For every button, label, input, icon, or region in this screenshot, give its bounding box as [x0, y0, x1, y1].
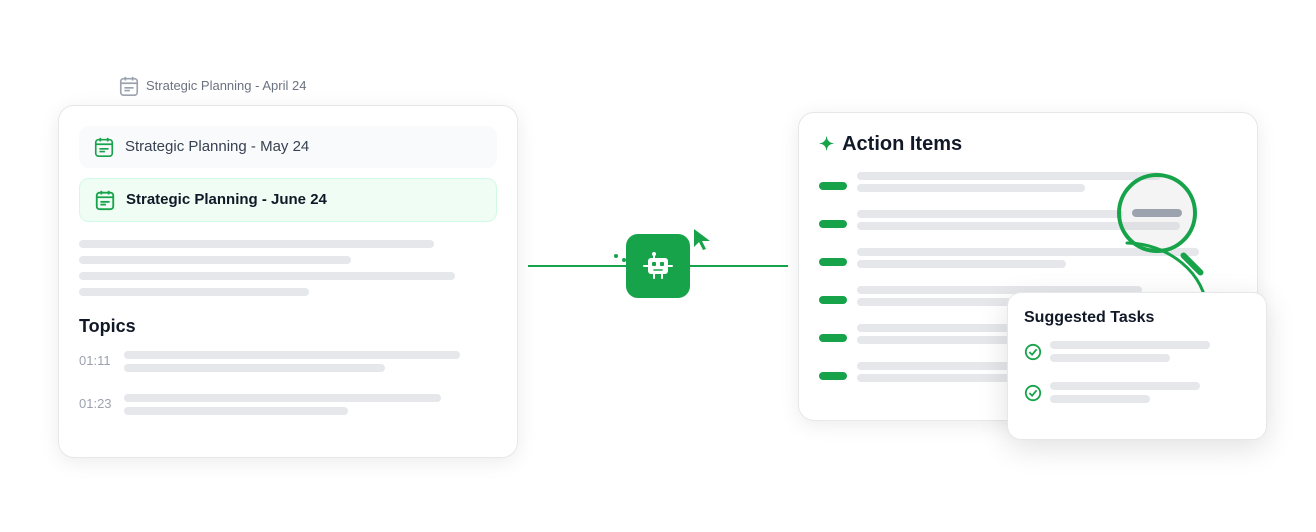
suggested-tasks-title: Suggested Tasks — [1024, 309, 1250, 327]
suggested-tasks-popup: Suggested Tasks — [1007, 292, 1267, 440]
suggested-lines-1 — [1050, 341, 1210, 370]
action-items-title: ✦ Action Items — [819, 133, 1237, 156]
ph-line-3 — [79, 272, 455, 280]
cursor-indicator — [690, 225, 718, 258]
right-section: ✦ Action Items — [798, 112, 1258, 421]
topics-title: Topics — [79, 316, 497, 337]
topic-row-2: 01:23 — [79, 394, 497, 423]
suggested-row-1 — [1024, 341, 1250, 370]
cursor-svg — [690, 225, 718, 253]
topic-row-1: 01:11 — [79, 351, 497, 380]
al2-l1 — [857, 210, 1123, 218]
green-bar-2 — [819, 220, 847, 228]
ghost-label-text: Strategic Planning - April 24 — [146, 78, 306, 93]
topic2-time: 01:23 — [79, 394, 114, 411]
connector-section — [558, 234, 758, 298]
al3-l2 — [857, 260, 1066, 268]
ph-line-2 — [79, 256, 351, 264]
al1-l1 — [857, 172, 1161, 180]
green-bar-4 — [819, 296, 847, 304]
t1-line2 — [124, 364, 385, 372]
ghost-meeting-label: Strategic Planning - April 24 — [118, 75, 518, 97]
al1-l2 — [857, 184, 1085, 192]
magnify-content — [1132, 209, 1182, 217]
green-bar-6 — [819, 372, 847, 380]
topic1-time: 01:11 — [79, 351, 114, 368]
june-calendar-icon — [94, 189, 116, 211]
check-icon-2 — [1024, 384, 1042, 402]
left-section: Strategic Planning - April 24 Strategic … — [58, 75, 518, 458]
main-container: Strategic Planning - April 24 Strategic … — [58, 21, 1258, 511]
check-icon-1 — [1024, 343, 1042, 361]
meeting-may-label: Strategic Planning - May 24 — [125, 138, 309, 155]
action-items-label: Action Items — [842, 133, 962, 156]
placeholder-lines — [79, 240, 497, 296]
bot-svg — [640, 248, 676, 284]
suggested-lines-2 — [1050, 382, 1200, 411]
meeting-june-item[interactable]: Strategic Planning - June 24 — [79, 178, 497, 222]
may-calendar-icon — [93, 136, 115, 158]
t1-line1 — [124, 351, 460, 359]
bot-icon — [626, 234, 690, 298]
right-card: ✦ Action Items — [798, 112, 1258, 421]
ph-line-4 — [79, 288, 309, 296]
green-bar-1 — [819, 182, 847, 190]
green-bar-3 — [819, 258, 847, 266]
t2-line1 — [124, 394, 441, 402]
s2-l1 — [1050, 382, 1200, 390]
s1-l1 — [1050, 341, 1210, 349]
t2-line2 — [124, 407, 348, 415]
meeting-june-label: Strategic Planning - June 24 — [126, 191, 327, 208]
topic2-lines — [124, 394, 497, 423]
ph-line-1 — [79, 240, 434, 248]
topics-section: Topics 01:11 01:23 — [79, 316, 497, 423]
green-bar-5 — [819, 334, 847, 342]
meeting-may-item[interactable]: Strategic Planning - May 24 — [79, 126, 497, 168]
s1-l2 — [1050, 354, 1170, 362]
sparkle-icon: ✦ — [819, 134, 834, 155]
suggested-row-2 — [1024, 382, 1250, 411]
s2-l2 — [1050, 395, 1150, 403]
ghost-calendar-icon — [118, 75, 140, 97]
left-card: Strategic Planning - May 24 Strategic Pl… — [58, 105, 518, 458]
spark-dot-1 — [614, 254, 618, 258]
topic1-lines — [124, 351, 497, 380]
